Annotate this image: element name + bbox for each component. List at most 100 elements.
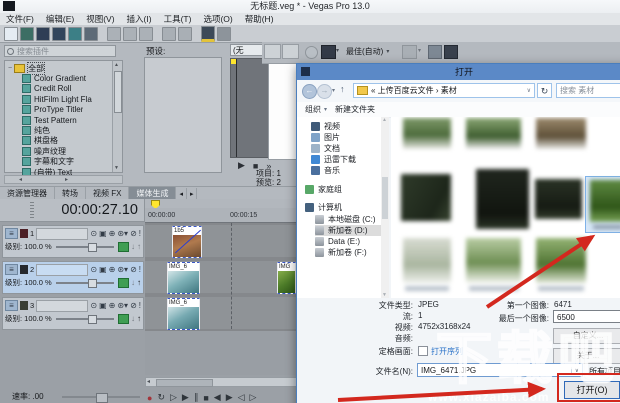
sidebar-scrollbar[interactable]: ▲ ▼ (381, 117, 389, 298)
menu-insert[interactable]: 插入(I) (121, 13, 158, 25)
timecode-display[interactable]: 00:00:27.10 (0, 199, 145, 222)
timeline-event[interactable]: IMG (277, 262, 296, 294)
tree-vscrollbar[interactable]: ▲ ▼ (112, 61, 122, 172)
track-motion-icon[interactable] (118, 278, 129, 288)
back-button[interactable]: ← (302, 84, 317, 99)
scroll-down-icon[interactable]: ▼ (382, 292, 387, 298)
collapse-icon[interactable]: − (8, 65, 12, 72)
track-fx-icon[interactable]: ▣ (99, 228, 107, 240)
menu-file[interactable]: 文件(F) (0, 13, 40, 25)
chevron-down-icon[interactable]: ▾ (336, 47, 339, 54)
compositing-mode-icon[interactable]: ⊙ (90, 264, 97, 276)
preview-quality-dropdown[interactable]: 最佳(自动) ▾ (346, 45, 389, 57)
sidebar-item-drive-e[interactable]: Data (E:) (315, 236, 360, 247)
scroll-thumb[interactable] (156, 379, 213, 387)
sidebar-item-drive-d[interactable]: 新加卷 (D:) (315, 225, 381, 236)
sidebar-item-music[interactable]: 音乐 (311, 165, 340, 176)
level-slider[interactable] (56, 282, 114, 284)
address-bar[interactable]: « 上传百度云文件 › 素材 ∨ (353, 83, 535, 98)
render-icon[interactable] (52, 27, 66, 41)
track-fx-icon[interactable]: ▣ (99, 264, 107, 276)
sidebar-item-homegroup[interactable]: 家庭组 (305, 184, 342, 195)
compositing-mode-icon[interactable]: ⊙ (90, 300, 97, 312)
timeline-hscrollbar[interactable]: ◂ (145, 377, 297, 387)
search-box[interactable]: 搜索 素材 (556, 83, 620, 98)
track-menu-icon[interactable]: ≡ (5, 228, 18, 239)
tree-item[interactable]: 噪声纹理 (22, 146, 122, 156)
sidebar-item-drive-f[interactable]: 新加卷 (F:) (315, 247, 367, 258)
track-name-field[interactable] (36, 264, 88, 276)
tree-hscrollbar[interactable]: ◂ ▸ (4, 175, 123, 184)
sidebar-item-thunder-downloads[interactable]: 迅雷下载 (311, 154, 356, 165)
dialog-titlebar[interactable]: 打开 (297, 64, 620, 80)
timeline-event[interactable]: 1b5 (172, 226, 202, 258)
file-thumbnail[interactable] (403, 238, 451, 283)
help-cursor-icon[interactable] (217, 27, 231, 41)
tree-root-row[interactable]: − 全部 (8, 63, 122, 73)
scroll-thumb[interactable] (114, 71, 122, 113)
address-dropdown-icon[interactable]: ∨ (524, 87, 534, 94)
tree-item[interactable]: 纯色 (22, 125, 122, 135)
scroll-up-icon[interactable]: ▲ (382, 117, 387, 123)
track-gear-icon[interactable]: ⊛▾ (117, 264, 128, 276)
tree-item[interactable]: 棋盘格 (22, 136, 122, 146)
track-gear-icon[interactable]: ⊛▾ (117, 228, 128, 240)
open-icon[interactable] (20, 27, 34, 41)
track-motion-icon[interactable] (118, 242, 129, 252)
file-thumbnail[interactable] (403, 118, 451, 149)
open-sequence-checkbox[interactable] (418, 346, 428, 356)
file-thumbnail[interactable] (466, 118, 521, 149)
refresh-button[interactable]: ↻ (537, 83, 552, 98)
track-name-field[interactable] (36, 300, 88, 312)
file-thumbnail[interactable] (536, 118, 586, 149)
tree-item[interactable]: Credit Roll (22, 84, 122, 94)
arrow-down-icon[interactable]: ↓ (131, 241, 135, 253)
track-header-2[interactable]: ≡ 2 ⊙▣⊕⊛▾⊘! 级别: 100.0 % ↓↑ (2, 261, 144, 294)
automation-icon[interactable]: ⊕ (109, 264, 116, 276)
scroll-left-icon[interactable]: ◂ (147, 378, 150, 385)
copy-icon[interactable] (123, 27, 137, 41)
mute-icon[interactable]: ⊘ (130, 300, 137, 312)
timeline-event[interactable]: IMG_6 (167, 298, 200, 330)
project-media-icon[interactable] (84, 27, 98, 41)
go-to-start-icon[interactable]: ◀ (214, 392, 221, 403)
compositing-mode-icon[interactable]: ⊙ (90, 228, 97, 240)
chevron-down-icon[interactable]: ▾ (418, 47, 421, 54)
track-header-3[interactable]: ≡ 3 ⊙▣⊕⊛▾⊘! 级别: 100.0 % ↓↑ (2, 297, 144, 330)
track-motion-icon[interactable] (118, 314, 129, 324)
plugin-search-box[interactable]: 搜索插件 (4, 45, 116, 57)
preview-device-icon[interactable] (321, 45, 336, 59)
arrow-up-icon[interactable]: ↑ (137, 241, 141, 253)
tab-trimmer-icon[interactable] (282, 44, 299, 59)
file-thumbnail[interactable] (536, 238, 586, 283)
track-gear-icon[interactable]: ⊛▾ (117, 300, 128, 312)
overlay-grid-icon[interactable] (402, 45, 417, 59)
menu-help[interactable]: 帮助(H) (239, 13, 280, 25)
undo-icon[interactable] (162, 27, 176, 41)
track-header-1[interactable]: ≡ 1 ⊙▣⊕⊛▾⊘! 级别: 100.0 % ↓↑ (2, 225, 144, 258)
timeline-event[interactable]: IMG_6 (167, 262, 200, 294)
tree-item[interactable]: Color Gradient (22, 73, 122, 83)
track-fx-icon[interactable]: ▣ (99, 300, 107, 312)
file-thumbnail[interactable] (401, 174, 451, 221)
file-thumbnail-selected[interactable] (585, 176, 620, 233)
cut-icon[interactable] (107, 27, 121, 41)
prev-frame-icon[interactable]: ◁ (238, 392, 245, 403)
sidebar-item-computer[interactable]: 计算机 (305, 202, 342, 213)
scroll-down-icon[interactable]: ▼ (114, 165, 119, 171)
pause-icon[interactable]: ∥ (194, 392, 199, 403)
tab-video-preview-icon[interactable] (264, 44, 281, 59)
solo-icon[interactable]: ! (139, 228, 141, 240)
sidebar-item-videos[interactable]: 视频 (311, 121, 340, 132)
properties-icon[interactable] (68, 27, 82, 41)
tree-item[interactable]: HitFilm Light Fla (22, 94, 122, 104)
mute-icon[interactable]: ⊘ (130, 264, 137, 276)
scroll-up-icon[interactable]: ▲ (114, 62, 119, 68)
recent-locations-icon[interactable]: ▾ (332, 87, 335, 94)
play-icon[interactable]: ▶ (238, 160, 245, 171)
level-slider-handle[interactable] (88, 315, 97, 324)
tree-item[interactable]: 字幕和文字 (22, 157, 122, 167)
copy-frame-icon[interactable] (428, 45, 442, 59)
play-from-start-icon[interactable]: ▷ (170, 392, 177, 403)
file-thumbnail[interactable] (466, 238, 521, 283)
